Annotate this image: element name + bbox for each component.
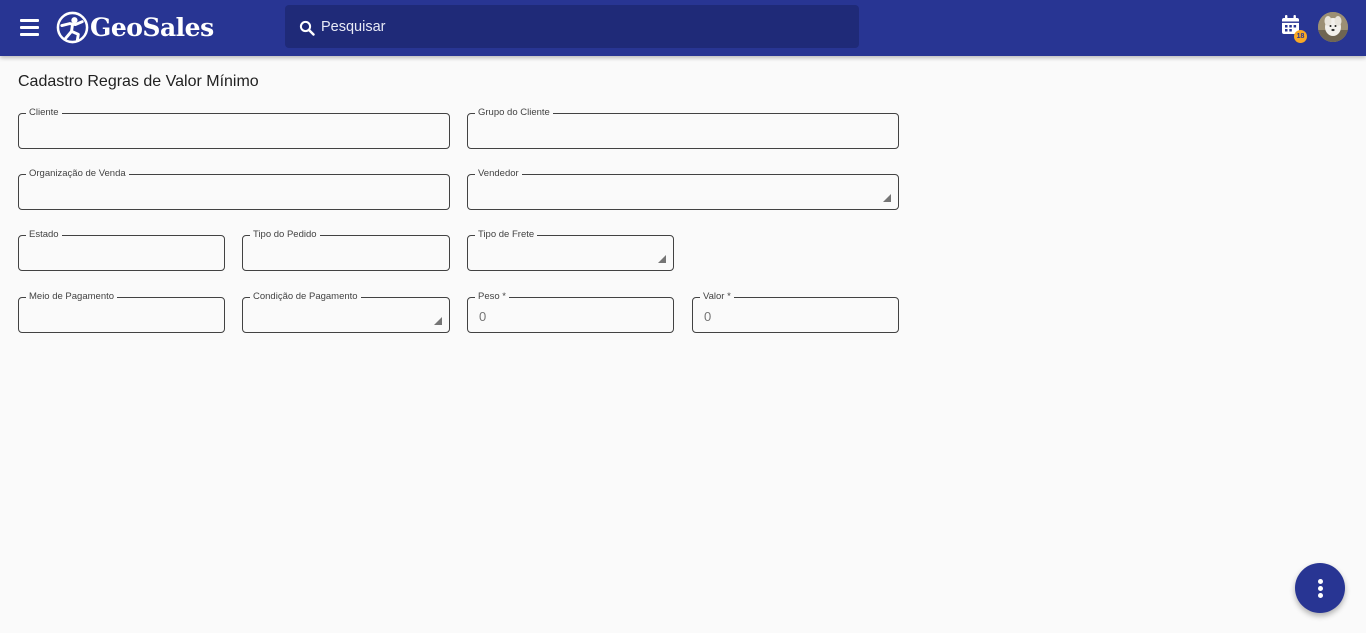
organizacao-venda-label: Organização de Venda xyxy=(26,167,129,181)
more-vert-icon xyxy=(1318,593,1323,598)
valor-field[interactable]: Valor * xyxy=(692,290,899,333)
calendar-button[interactable]: 18 xyxy=(1281,14,1307,43)
dropdown-arrow-icon[interactable] xyxy=(883,194,891,202)
organizacao-venda-field[interactable]: Organização de Venda xyxy=(18,167,450,210)
tipo-pedido-field[interactable]: Tipo do Pedido xyxy=(242,228,450,271)
meio-pagamento-input[interactable] xyxy=(30,306,205,326)
avatar-image xyxy=(1318,12,1348,42)
search-input[interactable] xyxy=(321,5,841,48)
menu-icon[interactable] xyxy=(18,15,44,41)
meio-pagamento-label: Meio de Pagamento xyxy=(26,290,118,304)
geosales-logo-icon xyxy=(56,11,89,43)
peso-input[interactable] xyxy=(479,306,654,326)
page-title: Cadastro Regras de Valor Mínimo xyxy=(18,73,259,90)
more-vert-icon xyxy=(1318,579,1323,584)
cliente-input[interactable] xyxy=(30,122,430,142)
valor-label: Valor * xyxy=(700,290,734,304)
organizacao-venda-input[interactable] xyxy=(30,183,430,203)
more-actions-button[interactable] xyxy=(1295,563,1345,613)
dropdown-arrow-icon[interactable] xyxy=(658,255,666,263)
peso-field[interactable]: Peso * xyxy=(467,290,674,333)
condicao-pagamento-input[interactable] xyxy=(254,306,430,326)
grupo-cliente-input[interactable] xyxy=(479,122,879,142)
tipo-frete-input[interactable] xyxy=(479,244,654,264)
vendedor-label: Vendedor xyxy=(475,167,522,181)
meio-pagamento-field[interactable]: Meio de Pagamento xyxy=(18,290,225,333)
tipo-pedido-label: Tipo do Pedido xyxy=(250,228,320,242)
app-logo[interactable]: GeoSales xyxy=(56,10,214,44)
vendedor-select[interactable]: Vendedor xyxy=(467,167,899,210)
grupo-cliente-label: Grupo do Cliente xyxy=(475,106,553,120)
vendedor-input[interactable] xyxy=(479,183,879,203)
estado-input[interactable] xyxy=(30,244,205,264)
app-bar: GeoSales 18 xyxy=(0,0,1366,56)
user-avatar[interactable] xyxy=(1318,12,1348,42)
search-icon xyxy=(299,20,315,36)
condicao-pagamento-select[interactable]: Condição de Pagamento xyxy=(242,290,450,333)
valor-input[interactable] xyxy=(704,306,879,326)
estado-label: Estado xyxy=(26,228,62,242)
dropdown-arrow-icon[interactable] xyxy=(434,317,442,325)
peso-label: Peso * xyxy=(475,290,509,304)
tipo-pedido-input[interactable] xyxy=(254,244,430,264)
grupo-cliente-field[interactable]: Grupo do Cliente xyxy=(467,106,899,149)
app-name: GeoSales xyxy=(90,12,214,42)
more-vert-icon xyxy=(1318,586,1323,591)
notification-badge: 18 xyxy=(1294,30,1307,43)
search-bar[interactable] xyxy=(285,5,859,48)
cliente-label: Cliente xyxy=(26,106,62,120)
estado-field[interactable]: Estado xyxy=(18,228,225,271)
condicao-pagamento-label: Condição de Pagamento xyxy=(250,290,361,304)
cliente-field[interactable]: Cliente xyxy=(18,106,450,149)
tipo-frete-select[interactable]: Tipo de Frete xyxy=(467,228,674,271)
tipo-frete-label: Tipo de Frete xyxy=(475,228,538,242)
